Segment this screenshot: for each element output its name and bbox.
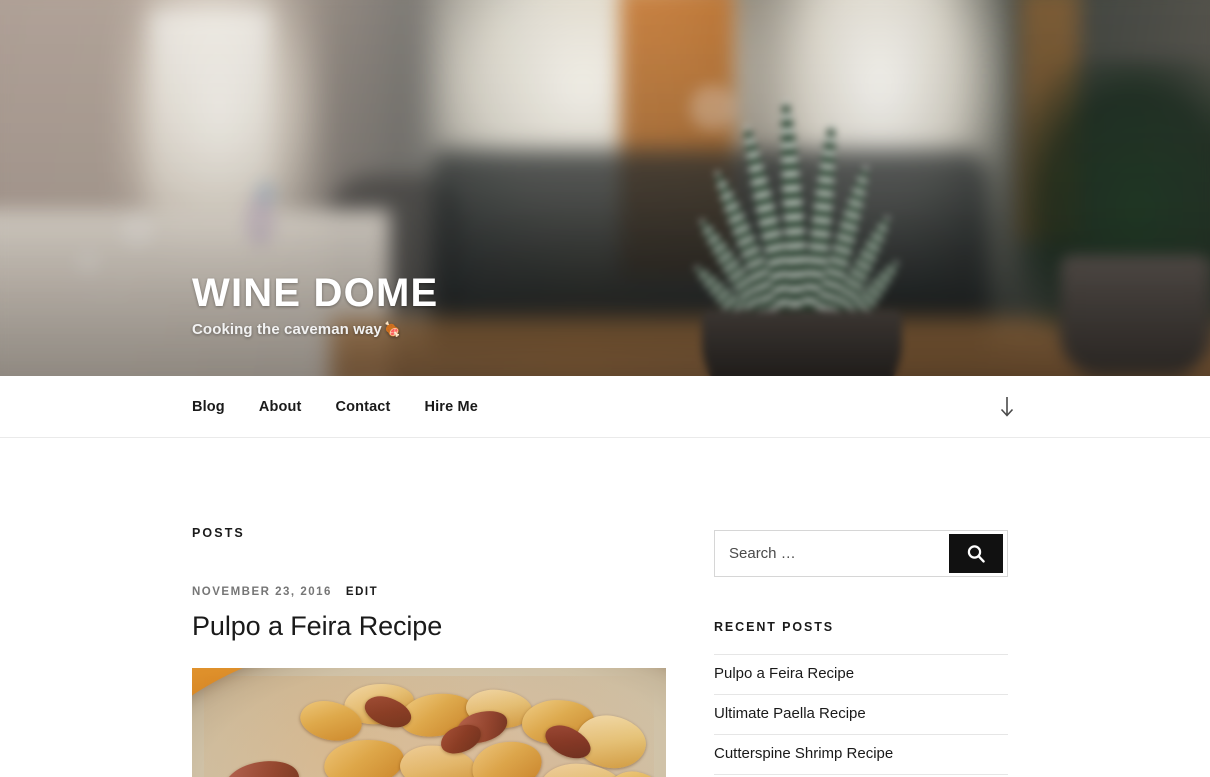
search-icon bbox=[967, 544, 985, 563]
list-item: Cutterspine Shrimp Recipe bbox=[714, 734, 1008, 775]
recent-post-link-1[interactable]: Pulpo a Feira Recipe bbox=[714, 655, 1008, 694]
post-title: Pulpo a Feira Recipe bbox=[192, 610, 666, 644]
primary-column: POSTS NOVEMBER 23, 2016 EDIT Pulpo a Fei… bbox=[192, 438, 666, 777]
nav-item-about[interactable]: About bbox=[259, 399, 302, 415]
site-header-hero: WINE DOME Cooking the caveman way 🍖 bbox=[0, 0, 1210, 376]
posts-section-label: POSTS bbox=[192, 526, 245, 540]
post-edit-link[interactable]: EDIT bbox=[346, 586, 378, 598]
nav-item-hire-me[interactable]: Hire Me bbox=[424, 399, 477, 415]
search-submit-button[interactable] bbox=[949, 534, 1003, 573]
site-tagline: Cooking the caveman way 🍖 bbox=[192, 321, 438, 338]
site-tagline-text: Cooking the caveman way bbox=[192, 321, 382, 338]
post-date: NOVEMBER 23, 2016 bbox=[192, 586, 332, 598]
site-title[interactable]: WINE DOME bbox=[192, 272, 438, 314]
recent-post-link-2[interactable]: Ultimate Paella Recipe bbox=[714, 695, 1008, 734]
scroll-down-button[interactable] bbox=[996, 394, 1018, 420]
post-featured-image[interactable] bbox=[192, 667, 666, 777]
arrow-down-icon bbox=[1000, 396, 1014, 417]
hero-background-photo bbox=[0, 0, 1210, 376]
main-navigation: Blog About Contact Hire Me bbox=[0, 376, 1210, 438]
post-entry: NOVEMBER 23, 2016 EDIT Pulpo a Feira Rec… bbox=[192, 586, 666, 777]
nav-item-contact[interactable]: Contact bbox=[335, 399, 390, 415]
recent-posts-list: Pulpo a Feira Recipe Ultimate Paella Rec… bbox=[714, 654, 1008, 775]
list-item: Pulpo a Feira Recipe bbox=[714, 654, 1008, 694]
sidebar: RECENT POSTS Pulpo a Feira Recipe Ultima… bbox=[714, 438, 1008, 775]
meat-on-bone-icon: 🍖 bbox=[383, 321, 402, 337]
nav-item-blog[interactable]: Blog bbox=[192, 399, 225, 415]
nav-links: Blog About Contact Hire Me bbox=[192, 399, 478, 415]
recent-posts-widget-title: RECENT POSTS bbox=[714, 620, 835, 634]
blog-page: WINE DOME Cooking the caveman way 🍖 Blog … bbox=[0, 0, 1210, 777]
post-title-link[interactable]: Pulpo a Feira Recipe bbox=[192, 611, 442, 641]
post-meta: NOVEMBER 23, 2016 EDIT bbox=[192, 586, 666, 598]
list-item: Ultimate Paella Recipe bbox=[714, 694, 1008, 734]
content-area: POSTS NOVEMBER 23, 2016 EDIT Pulpo a Fei… bbox=[0, 438, 1210, 777]
recent-post-link-3[interactable]: Cutterspine Shrimp Recipe bbox=[714, 735, 1008, 774]
search-input[interactable] bbox=[715, 531, 949, 576]
search-form bbox=[714, 530, 1008, 577]
